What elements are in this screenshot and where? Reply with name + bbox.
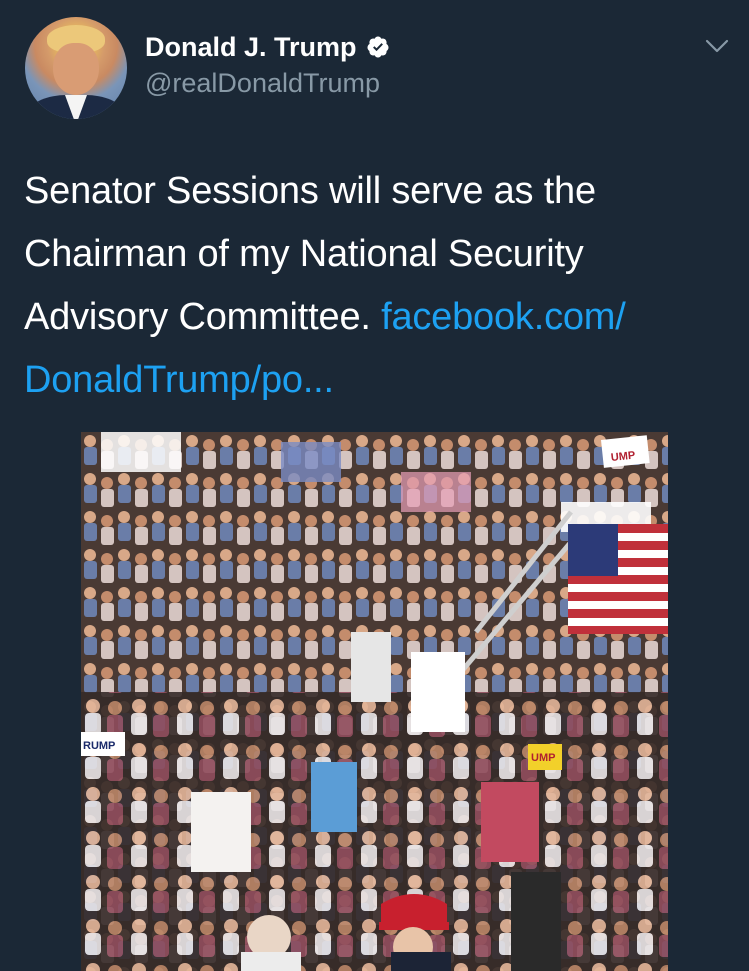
tweet-card: Donald J. Trump @realDonaldTrump Senator… <box>0 0 749 971</box>
rally-crowd-photo: UMP RUMP UMP <box>81 432 668 971</box>
user-handle[interactable]: @realDonaldTrump <box>145 66 390 100</box>
display-name[interactable]: Donald J. Trump <box>145 30 357 64</box>
sign-label: RUMP <box>83 740 115 752</box>
sign-label: UMP <box>610 450 636 464</box>
chevron-down-icon[interactable] <box>705 38 729 54</box>
tweet-media-image[interactable]: UMP RUMP UMP <box>81 432 668 971</box>
tweet-text: Senator Sessions will serve as the Chair… <box>24 160 724 412</box>
display-name-row[interactable]: Donald J. Trump <box>145 30 390 64</box>
avatar[interactable] <box>25 17 127 119</box>
american-flag <box>568 524 668 634</box>
user-info: Donald J. Trump @realDonaldTrump <box>145 30 390 100</box>
sign-label: UMP <box>531 752 555 764</box>
avatar-face <box>53 43 99 95</box>
verified-badge-icon <box>367 36 389 58</box>
